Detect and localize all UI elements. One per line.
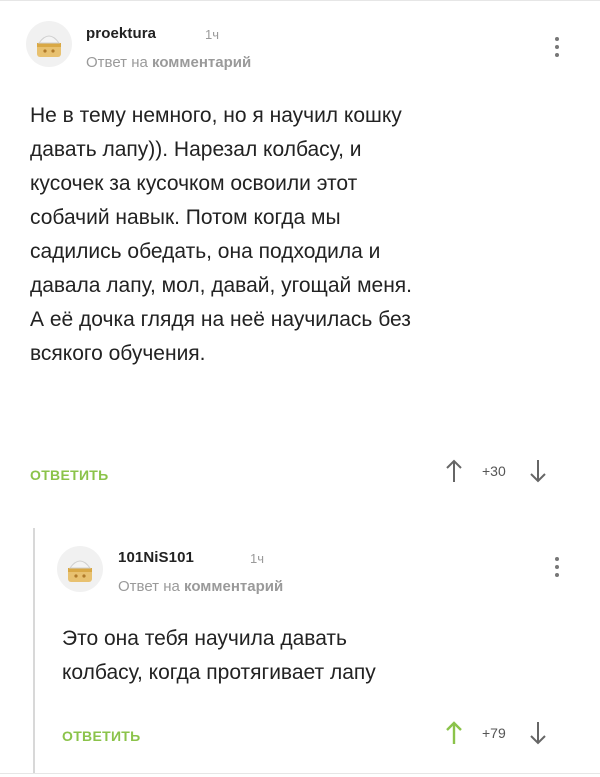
comment-text: Не в тему немного, но я научил кошку дав…: [30, 99, 580, 371]
reply-button[interactable]: ОТВЕТИТЬ: [30, 467, 109, 483]
vote-score: +30: [482, 463, 506, 479]
vote-controls: +30: [444, 458, 548, 484]
reply-to-prefix: Ответ на: [118, 578, 180, 595]
comment-text-line: Не в тему немного, но я научил кошку: [30, 104, 402, 127]
username[interactable]: proektura: [86, 25, 156, 42]
arrow-down-icon[interactable]: [528, 458, 548, 484]
comment-text-line: Это она тебя научила давать: [62, 627, 347, 650]
more-vertical-icon[interactable]: [552, 37, 562, 63]
default-avatar-icon: [26, 21, 72, 67]
default-avatar-icon: [57, 546, 103, 592]
thread-line: [33, 528, 35, 773]
comment-text-line: колбасу, когда протягивает лапу: [62, 661, 376, 684]
arrow-up-icon[interactable]: [444, 720, 464, 746]
reply-to-prefix: Ответ на: [86, 54, 148, 71]
timestamp: 1ч: [205, 27, 220, 42]
reply-to-link[interactable]: комментарий: [152, 54, 251, 71]
avatar[interactable]: [57, 546, 103, 592]
comment-text-line: А её дочка глядя на неё научилась без: [30, 308, 411, 331]
comment-text-line: собачий навык. Потом когда мы: [30, 206, 341, 229]
vote-score: +79: [482, 725, 506, 741]
reply-to-link[interactable]: комментарий: [184, 578, 283, 595]
vote-controls: +79: [444, 720, 548, 746]
arrow-up-icon[interactable]: [444, 458, 464, 484]
reply-to-label: Ответ на комментарий: [86, 54, 251, 71]
comment-text-line: давать лапу)). Нарезал колбасу, и: [30, 138, 362, 161]
arrow-down-icon[interactable]: [528, 720, 548, 746]
comment-text-line: всякого обучения.: [30, 342, 206, 365]
reply-button[interactable]: ОТВЕТИТЬ: [62, 728, 141, 744]
more-vertical-icon[interactable]: [552, 557, 562, 583]
comment-text: Это она тебя научила давать колбасу, ког…: [62, 622, 582, 690]
comment-text-line: кусочек за кусочком освоили этот: [30, 172, 358, 195]
username[interactable]: 101NiS101: [118, 549, 194, 566]
comment-text-line: давала лапу, мол, давай, угощай меня.: [30, 274, 412, 297]
timestamp: 1ч: [250, 551, 265, 566]
avatar[interactable]: [26, 21, 72, 67]
reply-to-label: Ответ на комментарий: [118, 578, 283, 595]
comment-text-line: садились обедать, она подходила и: [30, 240, 381, 263]
comment-thread: proektura 1ч Ответ на комментарий Не в т…: [0, 0, 600, 777]
divider: [0, 773, 600, 774]
